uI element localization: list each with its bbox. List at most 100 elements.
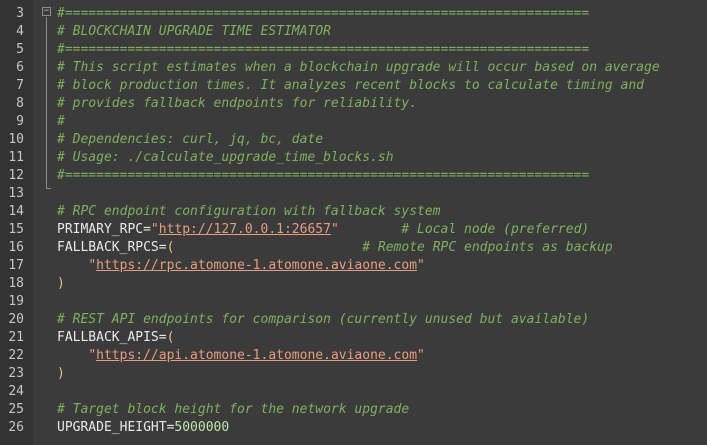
line-number: 20 xyxy=(8,312,24,327)
string-quote: " xyxy=(417,258,425,273)
code-line[interactable]: 25 # Target block height for the network … xyxy=(0,401,707,419)
variable-name: FALLBACK_APIS xyxy=(57,330,159,345)
code-editor[interactable]: − 3 #====================================… xyxy=(0,0,707,445)
code-comment: # Usage: ./calculate_upgrade_time_blocks… xyxy=(57,150,394,165)
line-number: 22 xyxy=(8,348,24,363)
line-content[interactable]: #=======================================… xyxy=(57,167,589,185)
code-line[interactable]: 19 xyxy=(0,293,707,311)
paren-token: ) xyxy=(57,366,65,381)
code-line[interactable]: 9 # xyxy=(0,113,707,131)
code-comment: # Remote RPC endpoints as backup xyxy=(362,240,613,255)
code-comment: # Dependencies: curl, jq, bc, date xyxy=(57,132,324,147)
url-link[interactable]: https://api.atomone-1.atomone.aviaone.co… xyxy=(96,348,417,363)
code-line[interactable]: 20 # REST API endpoints for comparison (c… xyxy=(0,311,707,329)
line-content[interactable]: # BLOCKCHAIN UPGRADE TIME ESTIMATOR xyxy=(57,23,331,41)
code-line[interactable]: 26 UPGRADE_HEIGHT=5000000 xyxy=(0,419,707,437)
code-comment: # RPC endpoint configuration with fallba… xyxy=(57,204,441,219)
code-line[interactable]: 12 #=====================================… xyxy=(0,167,707,185)
code-padding xyxy=(174,240,362,255)
code-line[interactable]: 17 "https://rpc.atomone-1.atomone.aviaon… xyxy=(0,257,707,275)
line-content[interactable]: # xyxy=(57,113,65,131)
assign-operator: = xyxy=(158,240,167,255)
paren-token: ( xyxy=(166,330,175,345)
url-link[interactable]: http://127.0.0.1:26657 xyxy=(159,222,331,237)
line-number: 15 xyxy=(8,222,24,237)
line-number: 16 xyxy=(8,240,24,255)
line-content[interactable]: FALLBACK_APIS=( xyxy=(57,329,174,347)
line-number: 9 xyxy=(16,114,24,129)
line-content[interactable]: # block production times. It analyzes re… xyxy=(57,77,644,95)
line-number: 10 xyxy=(8,132,24,147)
code-line[interactable]: 21 FALLBACK_APIS=( xyxy=(0,329,707,347)
string-quote: " xyxy=(150,222,159,237)
code-comment: # This script estimates when a blockchai… xyxy=(57,60,660,75)
code-line[interactable]: 3 #======================================… xyxy=(0,5,707,23)
variable-name: UPGRADE_HEIGHT xyxy=(57,420,167,435)
line-number: 4 xyxy=(16,24,24,39)
line-number: 21 xyxy=(8,330,24,345)
line-number: 12 xyxy=(8,168,24,183)
line-content[interactable]: #=======================================… xyxy=(57,41,589,59)
code-line[interactable]: 6 # This script estimates when a blockcha… xyxy=(0,59,707,77)
number-literal: 5000000 xyxy=(174,420,230,435)
line-number: 26 xyxy=(8,420,24,435)
line-number: 8 xyxy=(16,96,24,111)
paren-token: ) xyxy=(57,276,65,291)
line-content[interactable]: # RPC endpoint configuration with fallba… xyxy=(57,203,441,221)
code-comment: # Target block height for the network up… xyxy=(57,402,410,417)
line-content[interactable]: #=======================================… xyxy=(57,5,589,23)
assign-operator: = xyxy=(143,222,151,237)
code-line[interactable]: 15 PRIMARY_RPC="http://127.0.0.1:26657" #… xyxy=(0,221,707,239)
variable-name: FALLBACK_RPCS xyxy=(57,240,159,255)
line-content[interactable]: # Usage: ./calculate_upgrade_time_blocks… xyxy=(57,149,394,167)
code-comment: #=======================================… xyxy=(57,6,590,21)
string-quote: " xyxy=(88,348,97,363)
code-comment: # xyxy=(57,114,65,129)
line-content[interactable]: # provides fallback endpoints for reliab… xyxy=(57,95,417,113)
url-link[interactable]: https://rpc.atomone-1.atomone.aviaone.co… xyxy=(96,258,417,273)
line-content[interactable]: ) xyxy=(57,365,65,383)
code-line[interactable]: 11 # Usage: ./calculate_upgrade_time_bloc… xyxy=(0,149,707,167)
code-line[interactable]: 24 xyxy=(0,383,707,401)
line-number: 5 xyxy=(16,42,24,57)
code-comment: # provides fallback endpoints for reliab… xyxy=(57,96,418,111)
string-quote: " xyxy=(88,258,97,273)
code-line[interactable]: 4 # BLOCKCHAIN UPGRADE TIME ESTIMATOR xyxy=(0,23,707,41)
code-line[interactable]: 22 "https://api.atomone-1.atomone.aviaon… xyxy=(0,347,707,365)
line-content[interactable]: # This script estimates when a blockchai… xyxy=(57,59,660,77)
line-number: 19 xyxy=(8,294,24,309)
line-content[interactable]: # Dependencies: curl, jq, bc, date xyxy=(57,131,323,149)
assign-operator: = xyxy=(158,330,167,345)
line-content[interactable]: "https://rpc.atomone-1.atomone.aviaone.c… xyxy=(57,257,425,275)
line-number: 24 xyxy=(8,384,24,399)
code-line[interactable]: 5 #======================================… xyxy=(0,41,707,59)
line-content[interactable]: ) xyxy=(57,275,65,293)
line-content[interactable]: PRIMARY_RPC="http://127.0.0.1:26657" # L… xyxy=(57,221,589,239)
line-number: 6 xyxy=(16,60,24,75)
code-line[interactable]: 8 # provides fallback endpoints for relia… xyxy=(0,95,707,113)
code-comment: # BLOCKCHAIN UPGRADE TIME ESTIMATOR xyxy=(57,24,331,39)
code-comment: #=======================================… xyxy=(57,168,590,183)
line-number: 13 xyxy=(8,186,24,201)
code-comment: # REST API endpoints for comparison (cur… xyxy=(57,312,590,327)
line-number: 17 xyxy=(8,258,24,273)
code-line[interactable]: 18) xyxy=(0,275,707,293)
code-line[interactable]: 13 xyxy=(0,185,707,203)
code-line[interactable]: 16 FALLBACK_RPCS=( # Remote RPC endpoints… xyxy=(0,239,707,257)
code-line[interactable]: 7 # block production times. It analyzes r… xyxy=(0,77,707,95)
line-content[interactable]: UPGRADE_HEIGHT=5000000 xyxy=(57,419,229,437)
line-number: 23 xyxy=(8,366,24,381)
line-number: 11 xyxy=(8,150,24,165)
line-content[interactable]: # REST API endpoints for comparison (cur… xyxy=(57,311,589,329)
line-number: 7 xyxy=(16,78,24,93)
line-content[interactable]: "https://api.atomone-1.atomone.aviaone.c… xyxy=(57,347,425,365)
line-number: 14 xyxy=(8,204,24,219)
line-number: 3 xyxy=(16,6,24,21)
code-line[interactable]: 14 # RPC endpoint configuration with fall… xyxy=(0,203,707,221)
line-content[interactable]: FALLBACK_RPCS=( # Remote RPC endpoints a… xyxy=(57,239,613,257)
code-line[interactable]: 23) xyxy=(0,365,707,383)
code-line[interactable]: 10 # Dependencies: curl, jq, bc, date xyxy=(0,131,707,149)
line-content[interactable]: # Target block height for the network up… xyxy=(57,401,409,419)
